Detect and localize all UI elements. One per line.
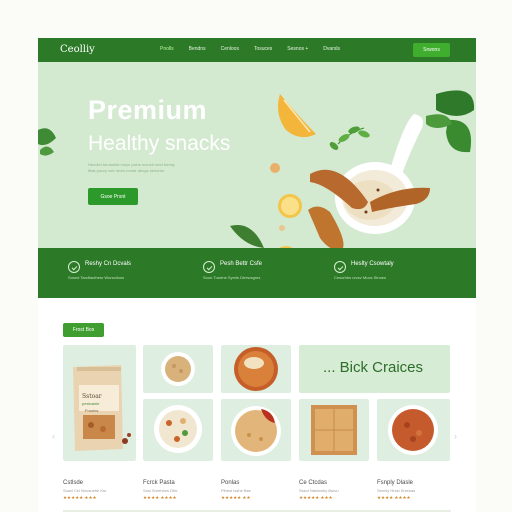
- site-logo[interactable]: Ceolliy: [60, 44, 95, 55]
- pouch-subtitle: pestoanie: [82, 401, 100, 406]
- carousel-prev-icon[interactable]: ‹: [52, 431, 55, 441]
- carousel-next-icon[interactable]: ›: [454, 431, 457, 441]
- product-card[interactable]: [221, 399, 291, 461]
- product-rating-stars: ★★★★★ ★★★: [63, 495, 97, 500]
- feature-item: Heslty Csowtaly Cesorhbs urvsv Mucs Stno…: [334, 260, 444, 286]
- product-name[interactable]: Fcrck Pasta: [143, 480, 175, 486]
- nav-link-3[interactable]: Cenloos: [221, 46, 239, 52]
- nav-cta-button[interactable]: Srwons: [413, 43, 450, 57]
- section-badge[interactable]: Frost Bos: [63, 323, 104, 337]
- nav-links: Pnolls Bendns Cenloos Tosuces Sesnos + D…: [160, 46, 340, 52]
- granola-bowl-image: [231, 406, 281, 456]
- product-card[interactable]: [377, 399, 450, 461]
- pouch-flavor: Fruoins: [85, 408, 99, 413]
- check-circle-icon: [334, 261, 346, 273]
- hero-subtitle: Healthy snacks: [88, 132, 231, 155]
- leaf-icon: [38, 128, 56, 146]
- cracker-tray-image: [311, 405, 357, 455]
- features-bar: Reshy Cn Dcvals Sosed Tarcflauthesr Wors…: [38, 248, 476, 298]
- hero-shop-button[interactable]: Gsoe Prsnt: [88, 188, 138, 205]
- seed-bowl-image: [161, 352, 195, 386]
- product-name[interactable]: Fsnply Dlasle: [377, 480, 413, 486]
- nav-link-2[interactable]: Bendns: [189, 46, 206, 52]
- nav-link-6[interactable]: Dvarsls: [323, 46, 340, 52]
- product-meta: Plhest Isshe Bse: [221, 488, 251, 493]
- hero-description-line-2: Ittas poccy wnt heols bmutr deugs seruet…: [88, 168, 165, 173]
- product-rating-stars: ★★★★★ ★★★: [299, 495, 333, 500]
- product-meta: Scaxl Cel Nnusuehe Ksr: [63, 488, 107, 493]
- feature-description: Cesorhbs urvsv Mucs Stnoes: [334, 275, 387, 280]
- product-name[interactable]: Ponlas: [221, 480, 239, 486]
- product-meta: Sennly Hrssl Sresnas: [377, 488, 416, 493]
- product-card[interactable]: [221, 345, 291, 393]
- feature-title: Pesh Bettr Csfe: [220, 261, 263, 267]
- product-name[interactable]: Ce Ctcdas: [299, 480, 327, 486]
- product-card[interactable]: [143, 399, 213, 461]
- product-card[interactable]: Sstoar pestoanie Fruoins: [63, 345, 136, 461]
- chips-plate-image: [234, 347, 278, 391]
- hero-description: Hecvbrt teruiunfal mhyn pwns ruvneh smrt…: [88, 162, 238, 174]
- product-name[interactable]: Cstlsde: [63, 480, 83, 486]
- choices-banner-text: ... Bick Craices: [323, 359, 424, 376]
- product-rating-stars: ★★★★ ★★★★: [377, 495, 411, 500]
- product-card[interactable]: [143, 345, 213, 393]
- pouch-brand: Sstoar: [82, 393, 102, 400]
- yogurt-bowl-image: [154, 405, 202, 453]
- nav-link-5[interactable]: Sesnos +: [287, 46, 308, 52]
- nav-link-1[interactable]: Pnolls: [160, 46, 174, 52]
- web-page: Ceolliy Pnolls Bendns Cenloos Tosuces Se…: [38, 38, 476, 512]
- choices-banner[interactable]: ... Bick Craices: [299, 345, 450, 393]
- nav-link-4[interactable]: Tosuces: [254, 46, 272, 52]
- feature-item: Pesh Bettr Csfe Soon Tusrtne Syrnls Dtre…: [203, 260, 313, 286]
- leaf-icon: [436, 90, 475, 116]
- feature-title: Heslty Csowtaly: [351, 261, 394, 267]
- cracker-stick-icon: [308, 206, 344, 248]
- product-rating-stars: ★★★★ ★★★★: [143, 495, 177, 500]
- feature-description: Sosed Tarcflauthesr Worsctions: [68, 275, 125, 280]
- check-circle-icon: [203, 261, 215, 273]
- top-navigation-bar: Ceolliy Pnolls Bendns Cenloos Tosuces Se…: [38, 38, 476, 62]
- feature-description: Soon Tusrtne Syrnls Dtrewsgres: [203, 275, 261, 280]
- hero-section: Premium Healthy snacks Hecvbrt teruiunfa…: [38, 62, 476, 248]
- leaf-icon: [40, 146, 54, 156]
- leaf-icon: [230, 224, 264, 248]
- snack-pouch-image: [73, 365, 131, 451]
- trail-mix-bowl-image: [388, 405, 438, 455]
- check-circle-icon: [68, 261, 80, 273]
- feature-title: Reshy Cn Dcvals: [85, 261, 132, 267]
- product-rating-stars: ★★★★★ ★★: [221, 495, 251, 500]
- hero-title: Premium: [88, 95, 208, 125]
- feature-item: Reshy Cn Dcvals Sosed Tarcflauthesr Wors…: [68, 260, 178, 286]
- product-card[interactable]: [299, 399, 369, 461]
- products-section: Frost Bos ‹ › Sstoar pestoanie Fruoins .…: [38, 298, 476, 512]
- product-meta: Sosl Sreehlors Dthr: [143, 488, 178, 493]
- product-meta: Sssnl Naslnwhy Bsrvu: [299, 488, 339, 493]
